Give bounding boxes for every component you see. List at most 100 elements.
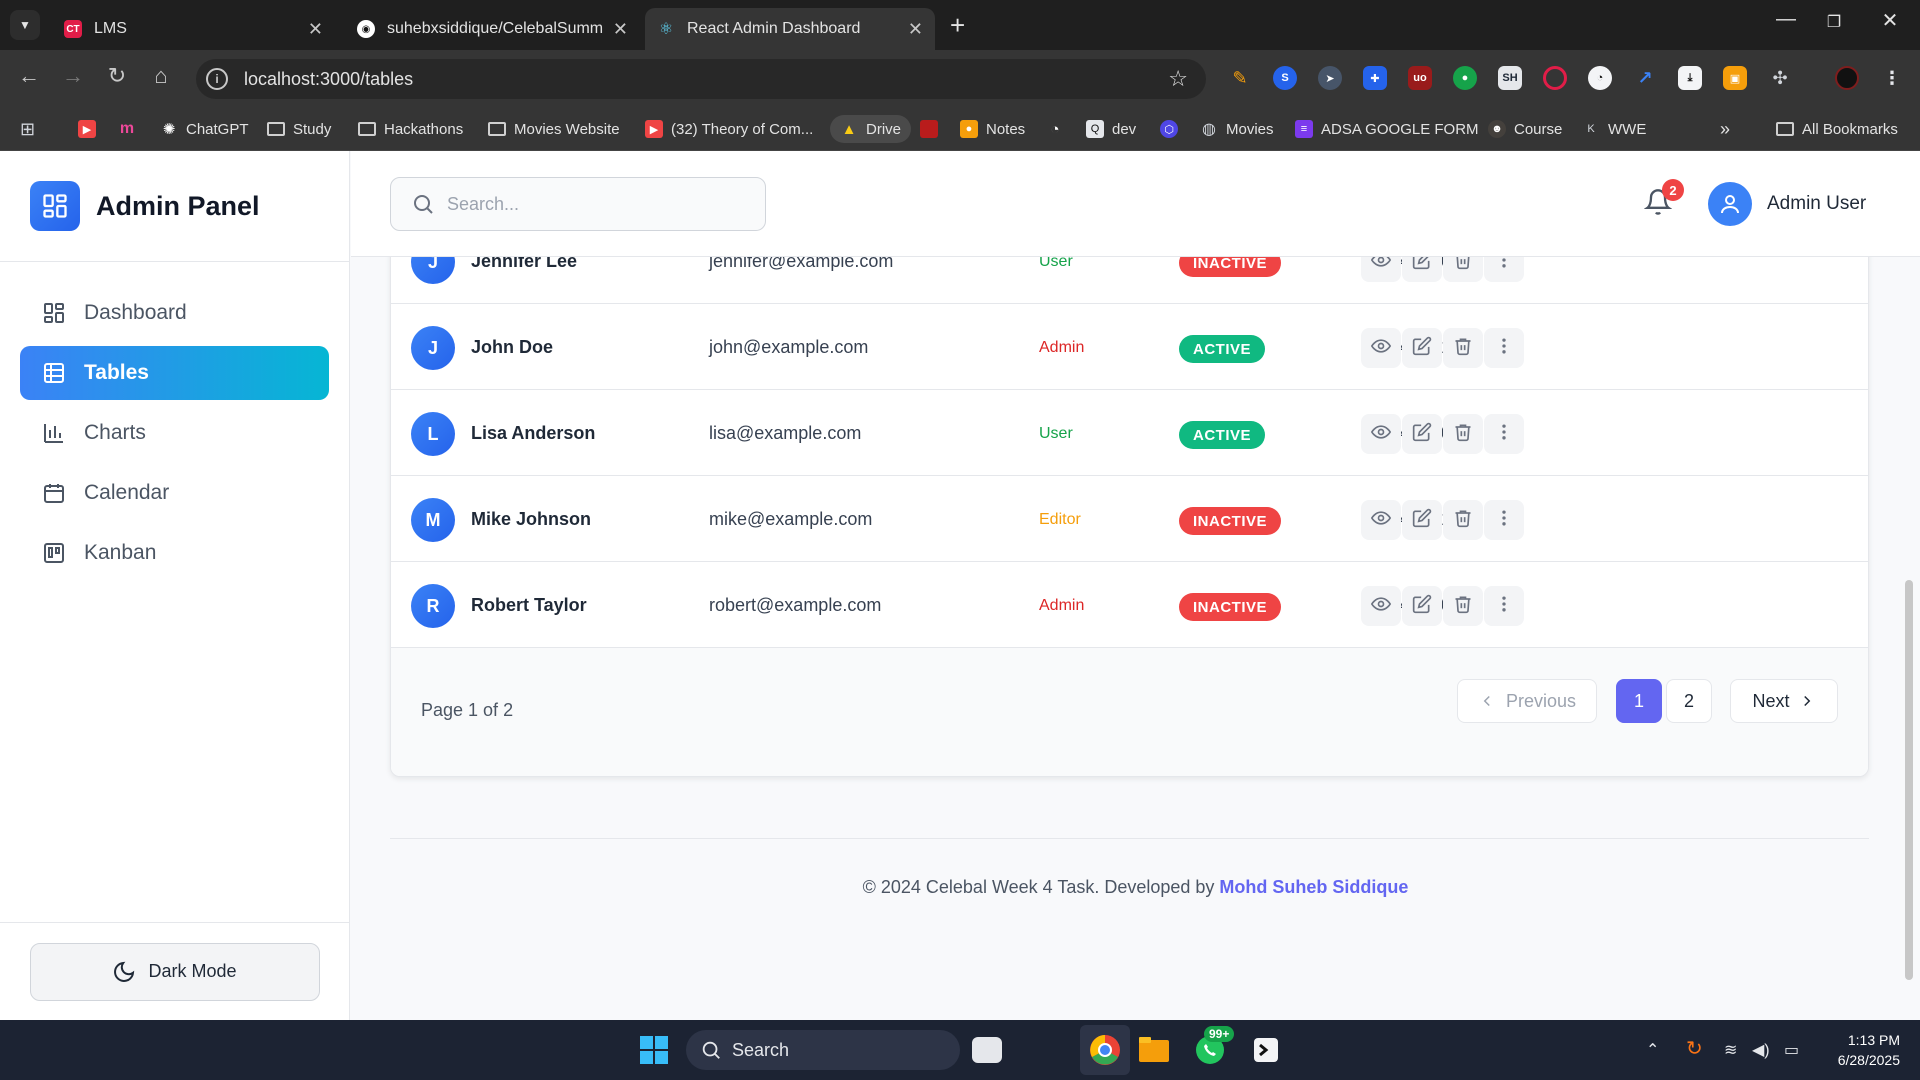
bookmark-gauge[interactable]: ◔ [1046, 115, 1072, 143]
extensions-puzzle-icon[interactable]: ✣ [1768, 66, 1792, 90]
view-button[interactable] [1361, 414, 1401, 454]
search-input[interactable] [447, 193, 747, 215]
taskbar-search[interactable]: Search [686, 1030, 960, 1070]
user-avatar[interactable] [1708, 182, 1752, 226]
extension-clipboard-icon[interactable]: ▣ [1723, 66, 1747, 90]
footer-author-link[interactable]: Mohd Suheb Siddique [1219, 877, 1408, 897]
delete-button[interactable] [1443, 500, 1483, 540]
extension-target-icon[interactable] [1543, 66, 1567, 90]
bookmark-notes[interactable]: ● Notes [960, 115, 1025, 143]
more-actions-button[interactable] [1484, 586, 1524, 626]
extension-cursor-icon[interactable]: ➤ [1318, 66, 1342, 90]
new-tab-button[interactable]: + [950, 10, 965, 41]
more-bookmarks-icon[interactable]: » [1720, 115, 1730, 143]
next-page-button[interactable]: Next [1730, 679, 1838, 723]
delete-button[interactable] [1443, 328, 1483, 368]
reload-icon[interactable]: ↻ [102, 63, 132, 89]
bookmark-drive[interactable]: ▲ Drive [830, 115, 912, 143]
bookmark-red[interactable] [920, 115, 946, 143]
bookmark-theory-of-com[interactable]: ▶ (32) Theory of Com... [645, 115, 813, 143]
more-actions-button[interactable] [1484, 500, 1524, 540]
address-bar[interactable]: i localhost:3000/tables ☆ [196, 59, 1206, 99]
extension-download-icon[interactable]: ⤓ [1678, 66, 1702, 90]
profile-avatar-icon[interactable] [1835, 66, 1859, 90]
extension-broom-icon[interactable]: ✎ [1228, 66, 1252, 90]
sidebar-item-charts[interactable]: Charts [20, 406, 329, 460]
task-view-icon[interactable] [972, 1037, 1002, 1063]
volume-icon[interactable]: ◀) [1752, 1040, 1770, 1060]
close-tab-icon[interactable]: ✕ [613, 19, 628, 40]
browser-tab-lms[interactable]: CT LMS ✕ [52, 8, 335, 50]
wifi-icon[interactable]: ≋ [1724, 1040, 1737, 1060]
bookmark-star-icon[interactable]: ☆ [1168, 66, 1188, 92]
user-name[interactable]: Admin User [1767, 193, 1866, 215]
bookmark-m[interactable]: m [118, 115, 144, 143]
extension-ublock-icon[interactable]: uo [1408, 66, 1432, 90]
sidebar-item-kanban[interactable]: Kanban [20, 526, 329, 580]
page-scrollbar[interactable] [1905, 580, 1913, 980]
more-actions-button[interactable] [1484, 414, 1524, 454]
back-icon[interactable]: ← [14, 63, 44, 89]
close-tab-icon[interactable]: ✕ [308, 19, 323, 40]
bookmark-wwe[interactable]: K WWE [1582, 115, 1646, 143]
home-icon[interactable]: ⌂ [146, 63, 176, 89]
extension-sh-icon[interactable]: SH [1498, 66, 1522, 90]
view-button[interactable] [1361, 257, 1401, 282]
sidebar-item-calendar[interactable]: Calendar [20, 466, 329, 520]
extension-globe-icon[interactable]: ● [1453, 66, 1477, 90]
browser-tab-react-admin[interactable]: ⚛ React Admin Dashboard ✕ [645, 8, 935, 50]
battery-icon[interactable]: ▭ [1784, 1040, 1799, 1060]
edit-button[interactable] [1402, 586, 1442, 626]
all-bookmarks[interactable]: All Bookmarks [1776, 115, 1898, 143]
delete-button[interactable] [1443, 414, 1483, 454]
bookmark-dev[interactable]: Qdev [1086, 115, 1136, 143]
bookmark-course[interactable]: ☻ Course [1488, 115, 1562, 143]
browser-menu-icon[interactable]: ⋮ [1880, 66, 1904, 90]
bookmark-hackathons[interactable]: Hackathons [358, 115, 463, 143]
edit-button[interactable] [1402, 328, 1442, 368]
browser-tab-github[interactable]: ◉ suhebxsiddique/CelebalSumme ✕ [345, 8, 640, 50]
bookmark-hex[interactable]: ⬡ [1160, 115, 1186, 143]
bookmark-movies-website[interactable]: Movies Website [488, 115, 620, 143]
delete-button[interactable] [1443, 257, 1483, 282]
view-button[interactable] [1361, 500, 1401, 540]
forward-icon[interactable]: → [58, 63, 88, 89]
taskbar-clock[interactable]: 1:13 PM 6/28/2025 [1820, 1030, 1900, 1070]
bookmark-adsa-google-form[interactable]: ≡ ADSA GOOGLE FORM [1295, 115, 1479, 143]
extension-plus-icon[interactable]: ✚ [1363, 66, 1387, 90]
extension-shazam-icon[interactable]: S [1273, 66, 1297, 90]
extension-arrow-icon[interactable]: ↗ [1633, 66, 1657, 90]
apps-grid-icon[interactable]: ⊞ [20, 115, 35, 143]
page-2-button[interactable]: 2 [1666, 679, 1712, 723]
search-box[interactable] [390, 177, 766, 231]
chrome-taskbar-icon[interactable] [1080, 1025, 1130, 1075]
bookmark-chatgpt[interactable]: ✺ ChatGPT [160, 115, 249, 143]
terminal-app-icon[interactable] [1248, 1032, 1284, 1068]
sidebar-item-dashboard[interactable]: Dashboard [20, 286, 329, 340]
tray-chevron-up-icon[interactable]: ⌃ [1646, 1040, 1659, 1060]
edit-button[interactable] [1402, 500, 1442, 540]
site-info-icon[interactable]: i [206, 68, 228, 90]
previous-page-button[interactable]: Previous [1457, 679, 1597, 723]
bookmark-youtube[interactable]: ▶ [78, 115, 104, 143]
file-explorer-icon[interactable] [1136, 1032, 1172, 1068]
view-button[interactable] [1361, 586, 1401, 626]
bookmark-study[interactable]: Study [267, 115, 331, 143]
edit-button[interactable] [1402, 257, 1442, 282]
delete-button[interactable] [1443, 586, 1483, 626]
more-actions-button[interactable] [1484, 257, 1524, 282]
edit-button[interactable] [1402, 414, 1442, 454]
extension-speed-icon[interactable]: ◔ [1588, 66, 1612, 90]
page-1-button[interactable]: 1 [1616, 679, 1662, 723]
close-window-icon[interactable]: ✕ [1862, 8, 1918, 33]
close-tab-icon[interactable]: ✕ [908, 19, 923, 40]
sidebar-item-tables[interactable]: Tables [20, 346, 329, 400]
more-actions-button[interactable] [1484, 328, 1524, 368]
dark-mode-button[interactable]: Dark Mode [29, 942, 320, 1001]
bookmark-movies[interactable]: ◍ Movies [1200, 115, 1274, 143]
tray-sync-icon[interactable]: ↻ [1686, 1036, 1703, 1061]
tab-search-button[interactable]: ▼ [10, 10, 40, 40]
view-button[interactable] [1361, 328, 1401, 368]
restore-icon[interactable]: ❐ [1806, 12, 1862, 32]
url-text[interactable]: localhost:3000/tables [244, 69, 1168, 90]
